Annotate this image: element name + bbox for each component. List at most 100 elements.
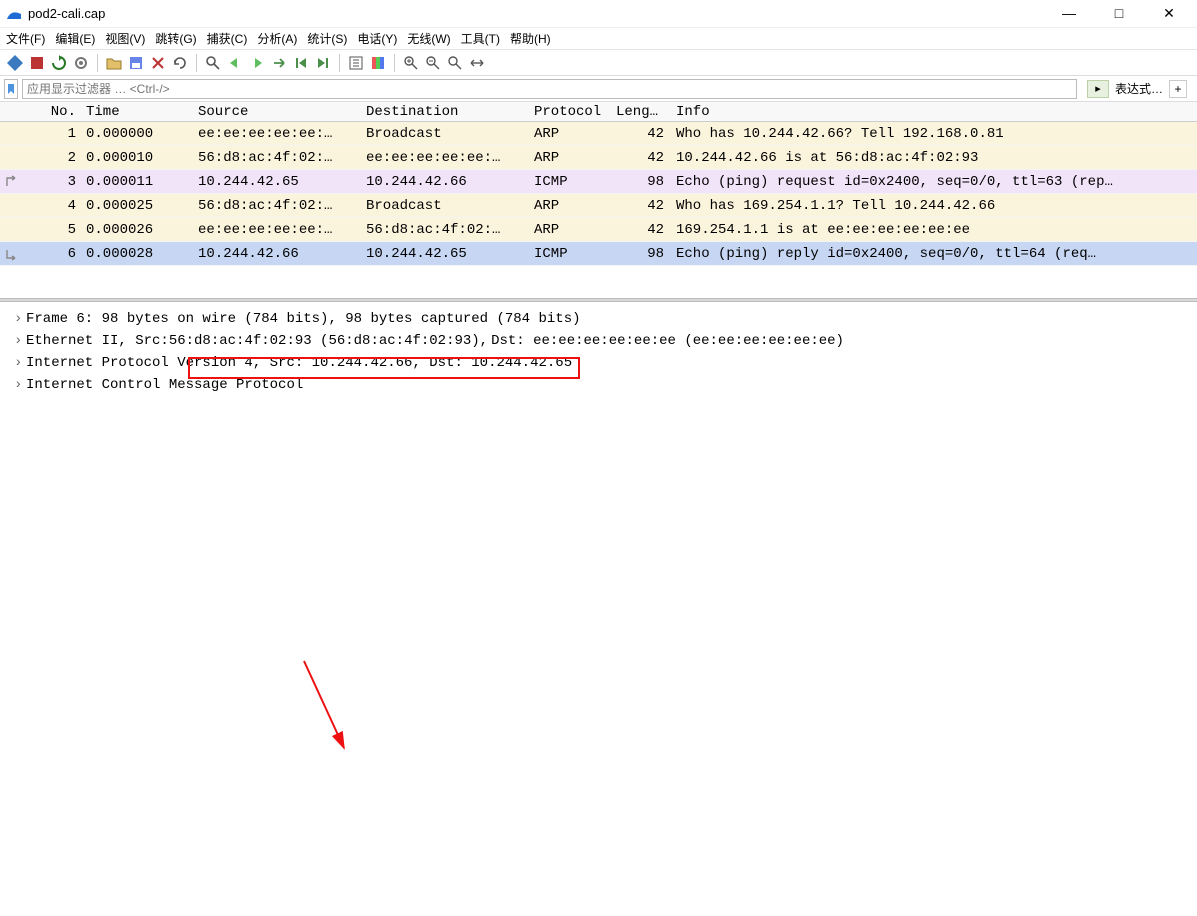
col-header-time[interactable]: Time xyxy=(82,104,192,120)
packet-cell-no: 3 xyxy=(22,174,82,190)
save-file-icon[interactable] xyxy=(127,54,145,72)
start-capture-icon[interactable] xyxy=(6,54,24,72)
auto-scroll-icon[interactable] xyxy=(347,54,365,72)
menu-stats[interactable]: 统计(S) xyxy=(307,30,347,47)
packet-cell-dst: ee:ee:ee:ee:ee:… xyxy=(360,150,528,166)
packet-row[interactable]: 10.000000ee:ee:ee:ee:ee:…BroadcastARP42W… xyxy=(0,122,1197,146)
packet-cell-info: Who has 169.254.1.1? Tell 10.244.42.66 xyxy=(670,198,1197,214)
stop-capture-icon[interactable] xyxy=(28,54,46,72)
detail-frame-text: Frame 6: 98 bytes on wire (784 bits), 98… xyxy=(26,311,581,327)
menu-tools[interactable]: 工具(T) xyxy=(461,30,500,47)
detail-frame[interactable]: › Frame 6: 98 bytes on wire (784 bits), … xyxy=(8,308,1189,330)
detail-ip[interactable]: › Internet Protocol Version 4, Src: 10.2… xyxy=(8,352,1189,374)
detail-icmp-text: Internet Control Message Protocol xyxy=(26,377,303,393)
packet-cell-src: 10.244.42.65 xyxy=(192,174,360,190)
packet-cell-time: 0.000010 xyxy=(82,150,192,166)
wireshark-icon xyxy=(6,6,22,22)
packet-row[interactable]: 20.00001056:d8:ac:4f:02:…ee:ee:ee:ee:ee:… xyxy=(0,146,1197,170)
packet-cell-time: 0.000025 xyxy=(82,198,192,214)
menu-telephony[interactable]: 电话(Y) xyxy=(357,30,397,47)
packet-cell-src: ee:ee:ee:ee:ee:… xyxy=(192,222,360,238)
packet-cell-info: Who has 10.244.42.66? Tell 192.168.0.81 xyxy=(670,126,1197,142)
detail-eth-post: Dst: ee:ee:ee:ee:ee:ee (ee:ee:ee:ee:ee:e… xyxy=(491,333,844,349)
packet-row[interactable]: 50.000026ee:ee:ee:ee:ee:…56:d8:ac:4f:02:… xyxy=(0,218,1197,242)
col-header-length[interactable]: Length xyxy=(610,104,670,120)
minimize-button[interactable]: — xyxy=(1053,5,1085,22)
packet-cell-len: 42 xyxy=(610,126,670,142)
col-header-dest[interactable]: Destination xyxy=(360,104,528,120)
detail-icmp[interactable]: › Internet Control Message Protocol xyxy=(8,374,1189,396)
menu-help[interactable]: 帮助(H) xyxy=(510,30,551,47)
menu-capture[interactable]: 捕获(C) xyxy=(207,30,248,47)
packet-cell-time: 0.000026 xyxy=(82,222,192,238)
annotation-arrow xyxy=(0,402,1197,916)
menu-file[interactable]: 文件(F) xyxy=(6,30,45,47)
packet-cell-len: 98 xyxy=(610,246,670,262)
packet-list-rows: 10.000000ee:ee:ee:ee:ee:…BroadcastARP42W… xyxy=(0,122,1197,266)
menu-go[interactable]: 跳转(G) xyxy=(155,30,196,47)
go-forward-icon[interactable] xyxy=(248,54,266,72)
packet-cell-info: 169.254.1.1 is at ee:ee:ee:ee:ee:ee xyxy=(670,222,1197,238)
titlebar: pod2-cali.cap — □ ✕ xyxy=(0,0,1197,28)
reload-icon[interactable] xyxy=(171,54,189,72)
packet-cell-time: 0.000000 xyxy=(82,126,192,142)
packet-cell-dst: Broadcast xyxy=(360,198,528,214)
col-header-info[interactable]: Info xyxy=(670,104,1197,120)
packet-list: No. Time Source Destination Protocol Len… xyxy=(0,102,1197,266)
packet-cell-no: 2 xyxy=(22,150,82,166)
go-first-icon[interactable] xyxy=(292,54,310,72)
display-filter-input[interactable] xyxy=(22,79,1077,99)
packet-cell-dst: 10.244.42.65 xyxy=(360,246,528,262)
go-back-icon[interactable] xyxy=(226,54,244,72)
packet-cell-proto: ARP xyxy=(528,126,610,142)
col-header-protocol[interactable]: Protocol xyxy=(528,104,610,120)
resize-columns-icon[interactable] xyxy=(468,54,486,72)
maximize-button[interactable]: □ xyxy=(1103,5,1135,22)
menu-view[interactable]: 视图(V) xyxy=(105,30,145,47)
menu-analyze[interactable]: 分析(A) xyxy=(257,30,297,47)
expand-caret-icon[interactable]: › xyxy=(14,311,26,327)
packet-cell-dst: 10.244.42.66 xyxy=(360,174,528,190)
packet-cell-proto: ICMP xyxy=(528,246,610,262)
expression-button[interactable]: 表达式… xyxy=(1115,80,1163,97)
filter-apply-button[interactable]: ▸ xyxy=(1087,80,1109,98)
expand-caret-icon[interactable]: › xyxy=(14,333,26,349)
packet-row[interactable]: 40.00002556:d8:ac:4f:02:…BroadcastARP42W… xyxy=(0,194,1197,218)
restart-capture-icon[interactable] xyxy=(50,54,68,72)
packet-cell-len: 42 xyxy=(610,222,670,238)
packet-cell-proto: ICMP xyxy=(528,174,610,190)
expand-caret-icon[interactable]: › xyxy=(14,355,26,371)
packet-cell-no: 6 xyxy=(22,246,82,262)
packet-cell-info: 10.244.42.66 is at 56:d8:ac:4f:02:93 xyxy=(670,150,1197,166)
filter-add-button[interactable]: + xyxy=(1169,80,1187,98)
expand-caret-icon[interactable]: › xyxy=(14,377,26,393)
packet-row-gutter xyxy=(0,247,22,261)
find-packet-icon[interactable] xyxy=(204,54,222,72)
col-header-no[interactable]: No. xyxy=(22,104,82,120)
capture-options-icon[interactable] xyxy=(72,54,90,72)
colorize-icon[interactable] xyxy=(369,54,387,72)
packet-cell-no: 4 xyxy=(22,198,82,214)
open-file-icon[interactable] xyxy=(105,54,123,72)
close-button[interactable]: ✕ xyxy=(1153,5,1185,22)
go-to-packet-icon[interactable] xyxy=(270,54,288,72)
packet-cell-dst: 56:d8:ac:4f:02:… xyxy=(360,222,528,238)
menu-wireless[interactable]: 无线(W) xyxy=(407,30,450,47)
close-file-icon[interactable] xyxy=(149,54,167,72)
zoom-out-icon[interactable] xyxy=(424,54,442,72)
packet-row[interactable]: 30.00001110.244.42.6510.244.42.66ICMP98E… xyxy=(0,170,1197,194)
detail-eth-src-mac: 56:d8:ac:4f:02:93 (56:d8:ac:4f:02:93), xyxy=(169,333,488,349)
packet-cell-time: 0.000028 xyxy=(82,246,192,262)
col-header-source[interactable]: Source xyxy=(192,104,360,120)
display-filter-bar: ▸ 表达式… + xyxy=(0,76,1197,102)
zoom-in-icon[interactable] xyxy=(402,54,420,72)
packet-cell-len: 42 xyxy=(610,198,670,214)
filter-bookmark-icon[interactable] xyxy=(4,79,18,99)
packet-row[interactable]: 60.00002810.244.42.6610.244.42.65ICMP98E… xyxy=(0,242,1197,266)
packet-cell-len: 42 xyxy=(610,150,670,166)
detail-ethernet[interactable]: › Ethernet II, Src: 56:d8:ac:4f:02:93 (5… xyxy=(8,330,1189,352)
go-last-icon[interactable] xyxy=(314,54,332,72)
packet-cell-dst: Broadcast xyxy=(360,126,528,142)
menu-edit[interactable]: 编辑(E) xyxy=(55,30,95,47)
zoom-reset-icon[interactable] xyxy=(446,54,464,72)
